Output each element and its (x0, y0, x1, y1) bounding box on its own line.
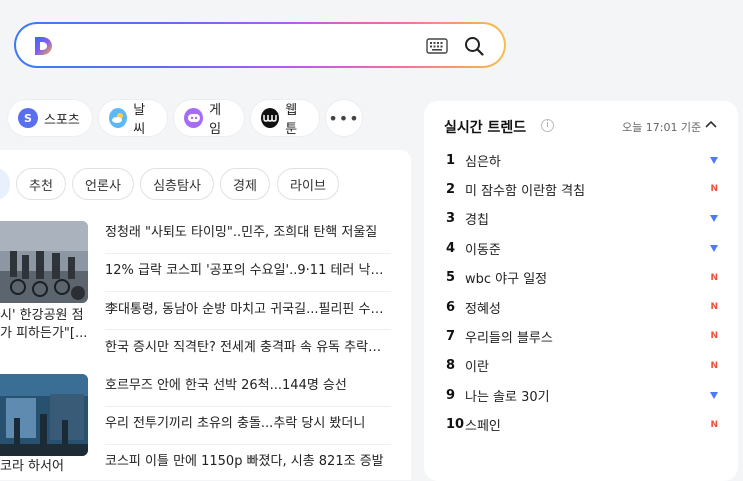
tab-label: 라이브 (290, 178, 326, 194)
new-badge: N (710, 272, 718, 283)
search-icon[interactable] (464, 36, 484, 56)
trend-rank: 6 (446, 299, 456, 315)
search-bar[interactable] (14, 22, 506, 68)
shortcut-label: 게임 (209, 103, 222, 137)
trend-keyword: 심은하 (465, 154, 501, 170)
tab-indepth[interactable]: 심층탐사 (140, 168, 214, 200)
keyboard-icon[interactable] (426, 38, 448, 54)
trend-keyword: 나는 솔로 30기 (465, 389, 550, 405)
webtoon-icon (261, 108, 280, 128)
headline[interactable]: 우리 전투기끼리 초유의 충돌...추락 당시 봤더니 (105, 414, 391, 434)
news-thumbnail[interactable] (0, 374, 88, 456)
trend-title: 실시간 트렌드 (444, 120, 527, 136)
tab-label: 추천 (29, 178, 53, 194)
game-icon (184, 108, 204, 128)
trend-rank: 4 (446, 240, 456, 256)
new-badge: N (710, 331, 718, 342)
divider (105, 291, 391, 292)
trend-item[interactable]: 1 심은하 (446, 149, 718, 171)
trend-keyword: 우리들의 블루스 (465, 330, 553, 346)
divider (105, 253, 391, 254)
new-badge: N (710, 302, 718, 312)
trend-item[interactable]: 3 경칩 (446, 208, 718, 230)
headline[interactable]: 12% 급락 코스피 '공포의 수요일'..9·11 테러 낙폭 넘어섰다 (105, 261, 391, 281)
trend-keyword: 경칩 (465, 213, 489, 229)
new-badge: N (710, 360, 718, 371)
trend-item[interactable]: 4 이동준 (446, 237, 718, 259)
weather-icon (109, 108, 128, 128)
caption-line: 시' 한강공원 점 (0, 308, 84, 323)
thumbnail-caption[interactable]: 코라 하서어 (0, 458, 64, 476)
headline[interactable]: 코스피 이틀 만에 1150p 빠졌다, 시총 821조 증발 (105, 452, 391, 472)
trend-rank: 8 (446, 358, 456, 374)
trend-rank: 1 (446, 152, 456, 168)
headline[interactable]: 정청래 "사퇴도 타이밍"..민주, 조희대 탄핵 저울질 (105, 223, 391, 243)
trend-rank: 9 (446, 387, 456, 403)
daum-logo-icon (35, 37, 52, 55)
trend-keyword: 이동준 (465, 242, 501, 258)
headline[interactable]: 호르무즈 안에 한국 선박 26척...144명 승선 (105, 376, 391, 396)
divider (105, 406, 391, 407)
new-badge: N (710, 419, 718, 430)
shortcut-sports[interactable]: S 스포츠 (8, 100, 92, 136)
tab-press[interactable]: 언론사 (72, 168, 134, 200)
trend-rank: 7 (446, 328, 456, 344)
more-shortcuts-button[interactable]: ••• (326, 100, 362, 136)
headline[interactable]: 한국 증시만 직격탄? 전세계 충격파 속 유독 추락한 이유 (105, 338, 391, 358)
tab-label: 언론사 (85, 178, 121, 194)
search-input[interactable] (66, 32, 420, 60)
caption-line: 코라 하서어 (0, 459, 64, 474)
trend-rank: 5 (446, 270, 456, 286)
shortcut-weather[interactable]: 날씨 (99, 100, 167, 137)
trend-keyword: 정혜성 (465, 301, 501, 317)
shortcut-game[interactable]: 게임 (174, 100, 244, 137)
rank-down-icon (710, 215, 718, 223)
tab-label: 경제 (233, 178, 257, 194)
tab-label: 심층탐사 (153, 178, 201, 194)
rank-down-icon (710, 391, 718, 399)
trend-item[interactable]: 5 wbc 야구 일정 N (446, 267, 718, 289)
trend-keyword: 미 잠수함 이란함 격침 (465, 183, 586, 199)
trend-rank: 2 (446, 181, 456, 197)
chevron-up-icon[interactable] (704, 119, 718, 129)
more-icon: ••• (328, 108, 360, 128)
rank-down-icon (710, 156, 718, 164)
trend-item[interactable]: 6 정혜성 N (446, 296, 718, 318)
trend-keyword: 이란 (465, 360, 489, 376)
trend-item[interactable]: 9 나는 솔로 30기 (446, 384, 718, 406)
new-badge: N (710, 184, 718, 195)
rank-down-icon (710, 244, 718, 252)
trend-time: 오늘 17:01 기준 (622, 121, 702, 134)
trend-item[interactable]: 2 미 잠수함 이란함 격침 N (446, 178, 718, 200)
trend-rank: 10 (446, 417, 465, 433)
realtime-trend-panel: 실시간 트렌드 i 오늘 17:01 기준 1 심은하 2 미 잠수함 이란함 격침 N… (424, 101, 738, 481)
thumbnail-caption[interactable]: 시' 한강공원 점 가 피하든가"[... (0, 307, 87, 343)
headline[interactable]: 李대통령, 동남아 순방 마치고 귀국길...필리핀 수교 기념 (105, 300, 391, 320)
trend-item[interactable]: 8 이란 N (446, 355, 718, 377)
trend-keyword: wbc 야구 일정 (465, 272, 548, 288)
shortcut-label: 스포츠 (44, 112, 80, 128)
shortcut-webtoon[interactable]: 웹툰 (251, 100, 319, 137)
shortcut-label: 웹툰 (285, 103, 298, 137)
trend-item[interactable]: 7 우리들의 블루스 N (446, 325, 718, 347)
tab-economy[interactable]: 경제 (220, 168, 270, 200)
divider (105, 329, 391, 330)
sports-icon: S (18, 108, 38, 128)
caption-line: 가 피하든가"[... (0, 326, 88, 341)
trend-keyword: 스페인 (465, 419, 501, 435)
news-thumbnail[interactable] (0, 221, 88, 303)
tab-recommended[interactable]: 추천 (16, 168, 66, 200)
trend-item[interactable]: 10 스페인 N (446, 414, 718, 436)
tab-live[interactable]: 라이브 (277, 168, 339, 200)
divider (105, 444, 391, 445)
trend-rank: 3 (446, 211, 456, 227)
shortcut-label: 날씨 (133, 103, 146, 137)
info-icon[interactable]: i (541, 119, 554, 132)
